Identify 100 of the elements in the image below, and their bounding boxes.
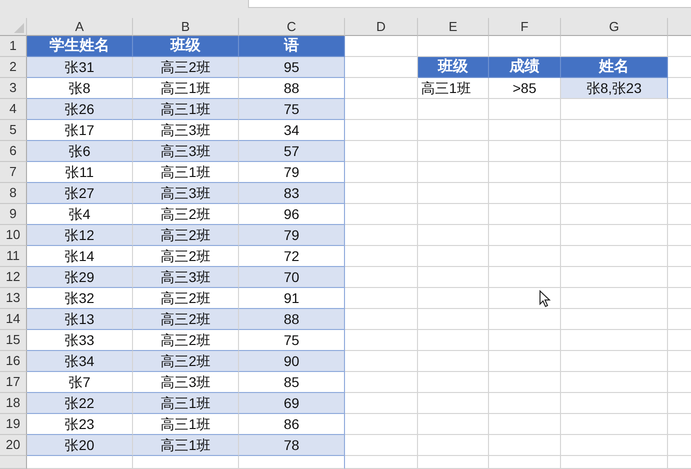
empty-cell[interactable]	[418, 99, 489, 120]
column-header[interactable]: F	[489, 18, 561, 36]
empty-cell[interactable]	[489, 225, 561, 246]
empty-cell[interactable]	[489, 246, 561, 267]
row-header[interactable]: 17	[0, 372, 27, 393]
empty-cell[interactable]	[345, 330, 418, 351]
column-header[interactable]: A	[27, 18, 133, 36]
row-header[interactable]: 19	[0, 414, 27, 435]
empty-cell[interactable]	[489, 456, 561, 469]
column-header[interactable]: D	[345, 18, 418, 36]
empty-cell[interactable]	[345, 246, 418, 267]
empty-cell[interactable]	[489, 120, 561, 141]
empty-cell[interactable]	[418, 309, 489, 330]
empty-cell[interactable]	[239, 456, 345, 469]
empty-cell[interactable]	[418, 435, 489, 456]
empty-cell[interactable]	[561, 141, 668, 162]
row-header[interactable]: 18	[0, 393, 27, 414]
empty-cell[interactable]	[489, 372, 561, 393]
row-header[interactable]: 15	[0, 330, 27, 351]
row-header[interactable]: 16	[0, 351, 27, 372]
table-cell: 78	[239, 435, 345, 456]
empty-cell[interactable]	[561, 351, 668, 372]
column-header[interactable]: C	[239, 18, 345, 36]
row-header[interactable]: 5	[0, 120, 27, 141]
row-header[interactable]: 2	[0, 57, 27, 78]
empty-cell[interactable]	[561, 456, 668, 469]
empty-cell[interactable]	[345, 414, 418, 435]
empty-cell[interactable]	[561, 183, 668, 204]
empty-cell[interactable]	[561, 435, 668, 456]
empty-cell[interactable]	[489, 435, 561, 456]
row-header[interactable]	[0, 456, 27, 469]
row-header[interactable]: 12	[0, 267, 27, 288]
empty-cell[interactable]	[561, 414, 668, 435]
row-header[interactable]: 9	[0, 204, 27, 225]
empty-cell[interactable]	[561, 330, 668, 351]
empty-cell[interactable]	[489, 204, 561, 225]
column-header[interactable]: E	[418, 18, 489, 36]
empty-cell[interactable]	[489, 162, 561, 183]
row-header[interactable]: 11	[0, 246, 27, 267]
empty-cell[interactable]	[561, 99, 668, 120]
empty-cell[interactable]	[561, 372, 668, 393]
empty-cell[interactable]	[418, 204, 489, 225]
empty-cell[interactable]	[418, 141, 489, 162]
empty-cell[interactable]	[418, 120, 489, 141]
empty-cell[interactable]	[561, 162, 668, 183]
row-header[interactable]: 20	[0, 435, 27, 456]
empty-cell[interactable]	[345, 78, 418, 99]
row-header[interactable]: 8	[0, 183, 27, 204]
column-header[interactable]: B	[133, 18, 239, 36]
empty-cell[interactable]	[345, 204, 418, 225]
empty-cell[interactable]	[561, 246, 668, 267]
empty-cell[interactable]	[418, 372, 489, 393]
empty-cell[interactable]	[418, 162, 489, 183]
empty-cell[interactable]	[489, 99, 561, 120]
empty-cell[interactable]	[345, 162, 418, 183]
table-cell: 张29	[27, 267, 133, 288]
table-cell: 张27	[27, 183, 133, 204]
row-header[interactable]: 6	[0, 141, 27, 162]
empty-cell[interactable]	[561, 204, 668, 225]
empty-cell[interactable]	[489, 414, 561, 435]
empty-cell[interactable]	[418, 267, 489, 288]
empty-cell[interactable]	[561, 225, 668, 246]
row-header[interactable]: 7	[0, 162, 27, 183]
column-header[interactable]: G	[561, 18, 668, 36]
empty-cell[interactable]	[418, 225, 489, 246]
row-header[interactable]: 14	[0, 309, 27, 330]
empty-cell[interactable]	[418, 456, 489, 469]
formula-bar-field[interactable]	[248, 0, 691, 8]
empty-cell[interactable]	[489, 267, 561, 288]
empty-cell[interactable]	[489, 309, 561, 330]
table-cell: 张12	[27, 225, 133, 246]
empty-cell[interactable]	[418, 414, 489, 435]
empty-cell[interactable]	[418, 246, 489, 267]
row-header[interactable]: 4	[0, 99, 27, 120]
empty-cell[interactable]	[561, 393, 668, 414]
empty-cell[interactable]	[489, 330, 561, 351]
empty-cell[interactable]	[418, 330, 489, 351]
empty-cell[interactable]	[418, 183, 489, 204]
row-header[interactable]: 1	[0, 36, 27, 57]
empty-cell[interactable]	[133, 456, 239, 469]
row-header[interactable]: 3	[0, 78, 27, 99]
row-header[interactable]: 13	[0, 288, 27, 309]
empty-cell[interactable]	[418, 393, 489, 414]
select-all-icon[interactable]	[14, 23, 24, 33]
empty-cell[interactable]	[489, 351, 561, 372]
empty-cell[interactable]	[489, 141, 561, 162]
empty-cell[interactable]	[418, 351, 489, 372]
empty-cell[interactable]	[345, 456, 418, 469]
empty-cell[interactable]	[489, 183, 561, 204]
empty-cell[interactable]	[345, 288, 418, 309]
empty-cell[interactable]	[561, 267, 668, 288]
table-cell: 张20	[27, 435, 133, 456]
row-header[interactable]: 10	[0, 225, 27, 246]
empty-cell[interactable]	[345, 372, 418, 393]
empty-cell[interactable]	[561, 288, 668, 309]
empty-cell[interactable]	[418, 288, 489, 309]
empty-cell[interactable]	[489, 393, 561, 414]
empty-cell[interactable]	[561, 309, 668, 330]
empty-cell[interactable]	[561, 120, 668, 141]
empty-cell[interactable]	[345, 120, 418, 141]
